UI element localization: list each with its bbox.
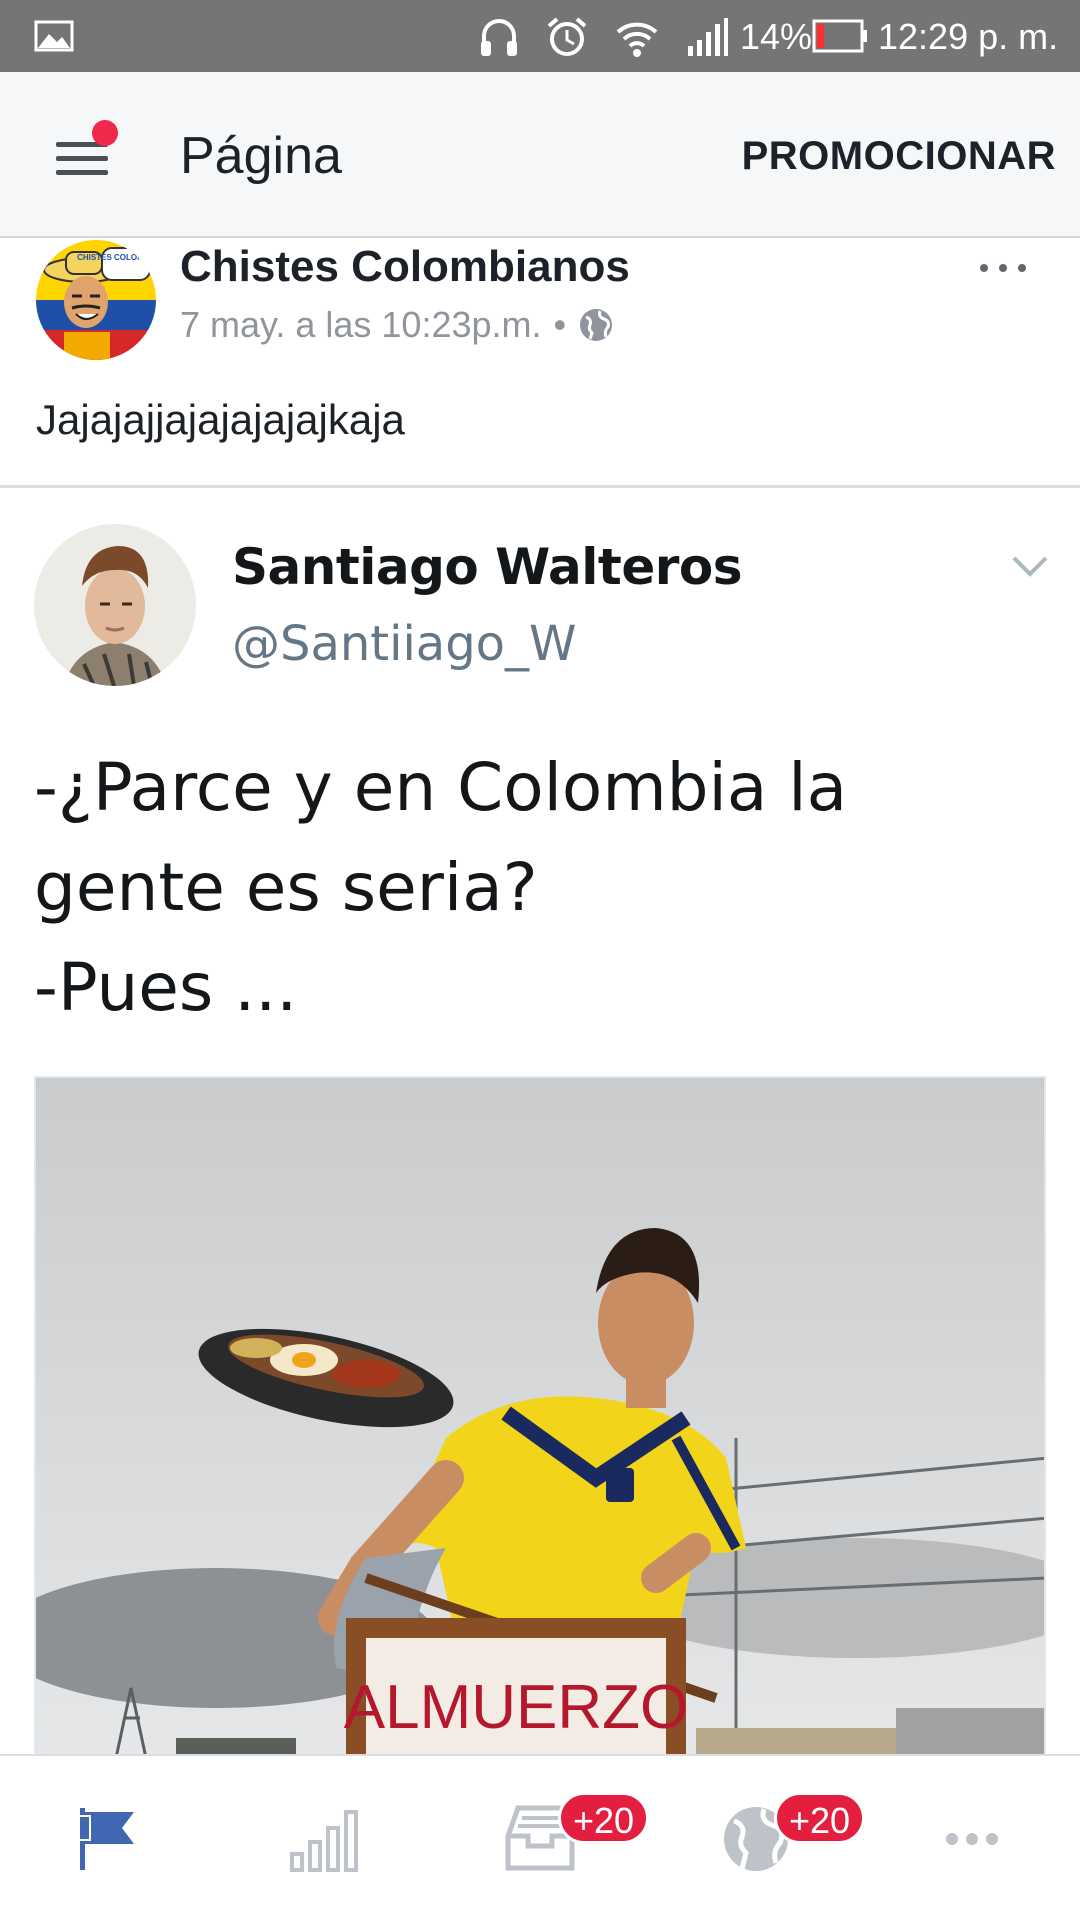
nav-tab-insights[interactable] bbox=[216, 1756, 432, 1920]
signal-icon bbox=[688, 18, 728, 56]
tweet-line: -¿Parce y en Colombia la bbox=[34, 749, 848, 826]
tweet-line: gente es seria? bbox=[34, 849, 538, 926]
page-title: Página bbox=[180, 127, 342, 185]
sign-text: ALMUERZO bbox=[344, 1673, 688, 1742]
promote-button[interactable]: PROMOCIONAR bbox=[742, 134, 1056, 179]
page-logo: CHISTES COLOMBIANOS bbox=[36, 240, 156, 360]
notification-dot bbox=[92, 120, 118, 146]
post-timestamp[interactable]: 7 may. a las 10:23p.m. bbox=[180, 304, 542, 346]
bottom-nav: +20 +20 bbox=[0, 1754, 1080, 1920]
tweet-text: -¿Parce y en Colombia la gente es seria?… bbox=[34, 738, 1044, 1038]
more-icon bbox=[946, 1833, 998, 1845]
globe-icon bbox=[580, 309, 613, 341]
clock: 12:29 p. m. bbox=[878, 16, 1059, 57]
tweet-author-handle: @Santiiago_W bbox=[232, 616, 577, 672]
notifications-badge: +20 bbox=[774, 1792, 866, 1844]
battery-icon bbox=[812, 19, 867, 53]
post-options-button[interactable] bbox=[978, 258, 1028, 278]
tweet-author-name: Santiago Walteros bbox=[232, 538, 743, 596]
app-bar: Página PROMOCIONAR bbox=[0, 72, 1080, 238]
status-bar: 14% 12:29 p. m. bbox=[0, 0, 1080, 72]
post-header: CHISTES COLOMBIANOS Chistes Colombianos … bbox=[0, 238, 1080, 488]
nav-tab-page[interactable] bbox=[0, 1756, 216, 1920]
wifi-icon bbox=[616, 22, 658, 57]
nav-tab-more[interactable] bbox=[864, 1756, 1080, 1920]
alarm-icon bbox=[547, 17, 587, 56]
page-name[interactable]: Chistes Colombianos bbox=[180, 242, 630, 292]
inbox-badge: +20 bbox=[558, 1792, 650, 1844]
gallery-icon bbox=[34, 20, 74, 52]
nav-tab-inbox[interactable]: +20 bbox=[432, 1756, 650, 1920]
flag-icon bbox=[76, 1808, 134, 1870]
tweet-line: -Pues ... bbox=[34, 949, 298, 1026]
tweet-avatar bbox=[34, 524, 196, 686]
post-text: Jajajajjajajajajajkaja bbox=[36, 396, 405, 443]
nav-tab-notifications[interactable]: +20 bbox=[648, 1756, 866, 1920]
bar-chart-icon bbox=[290, 1810, 358, 1872]
page-avatar[interactable]: CHISTES COLOMBIANOS bbox=[36, 240, 156, 360]
page-avatar-badge-text: CHISTES COLOMBIANOS bbox=[77, 253, 156, 262]
meme-photo: ALMUERZO bbox=[34, 1076, 1046, 1754]
menu-button[interactable] bbox=[52, 120, 118, 176]
headphones-icon bbox=[481, 19, 517, 56]
chevron-down-icon bbox=[1012, 556, 1048, 577]
meta-separator: • bbox=[553, 304, 567, 345]
battery-percentage: 14% bbox=[740, 16, 813, 57]
post-meta: 7 may. a las 10:23p.m. • bbox=[180, 304, 614, 346]
post-image[interactable]: Santiago Walteros @Santiiago_W -¿Parce y… bbox=[0, 488, 1080, 1754]
